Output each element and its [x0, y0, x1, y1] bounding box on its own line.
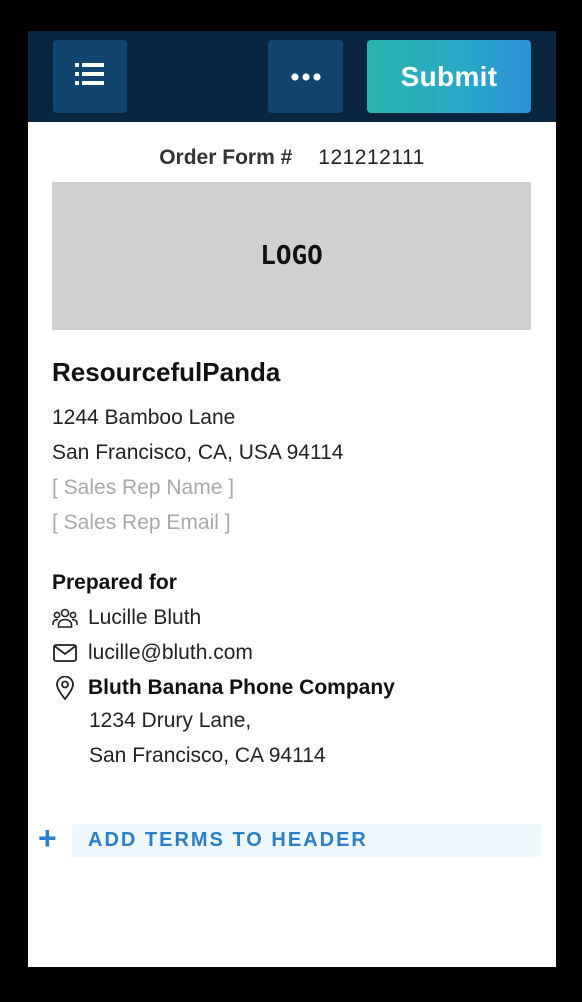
logo-text: LOGO [260, 241, 323, 271]
users-icon [52, 605, 78, 631]
sales-rep-name-field[interactable]: [ Sales Rep Name ] [52, 476, 234, 500]
menu-button[interactable] [53, 40, 127, 113]
prepared-for-heading: Prepared for [52, 571, 177, 594]
submit-button[interactable]: Submit [367, 40, 531, 113]
seller-address-line2: San Francisco, CA, USA 94114 [52, 441, 344, 464]
contact-company: Bluth Banana Phone Company [88, 676, 395, 699]
add-terms-label: ADD TERMS TO HEADER [88, 829, 368, 851]
contact-email: lucille@bluth.com [88, 641, 253, 664]
contact-name: Lucille Bluth [88, 606, 202, 629]
contact-company-row: Bluth Banana Phone Company [52, 675, 395, 701]
contact-address-line2: San Francisco, CA 94114 [89, 744, 326, 767]
order-form-number: 121212111 [318, 146, 425, 169]
top-toolbar: Submit [28, 31, 556, 122]
seller-address-line1: 1244 Bamboo Lane [52, 406, 236, 429]
order-form-screen: Submit Order Form # 121212111 LOGO Resour… [28, 31, 556, 967]
contact-address-line1: 1234 Drury Lane, [89, 709, 252, 732]
more-dots-icon [290, 68, 321, 86]
order-number-line: Order Form # 121212111 [28, 146, 556, 170]
more-options-button[interactable] [268, 40, 343, 113]
seller-company-name: ResourcefulPanda [52, 357, 281, 387]
add-terms-plus-icon[interactable]: + [38, 821, 57, 855]
mail-icon [52, 640, 78, 666]
order-form-label: Order Form # [159, 146, 293, 169]
logo-placeholder[interactable]: LOGO [52, 182, 531, 330]
submit-label: Submit [400, 60, 498, 92]
list-icon [75, 62, 105, 91]
contact-name-row: Lucille Bluth [52, 605, 201, 631]
contact-email-row: lucille@bluth.com [52, 640, 253, 666]
location-pin-icon [52, 675, 78, 701]
sales-rep-email-field[interactable]: [ Sales Rep Email ] [52, 511, 231, 535]
add-terms-button[interactable]: ADD TERMS TO HEADER [72, 824, 542, 857]
